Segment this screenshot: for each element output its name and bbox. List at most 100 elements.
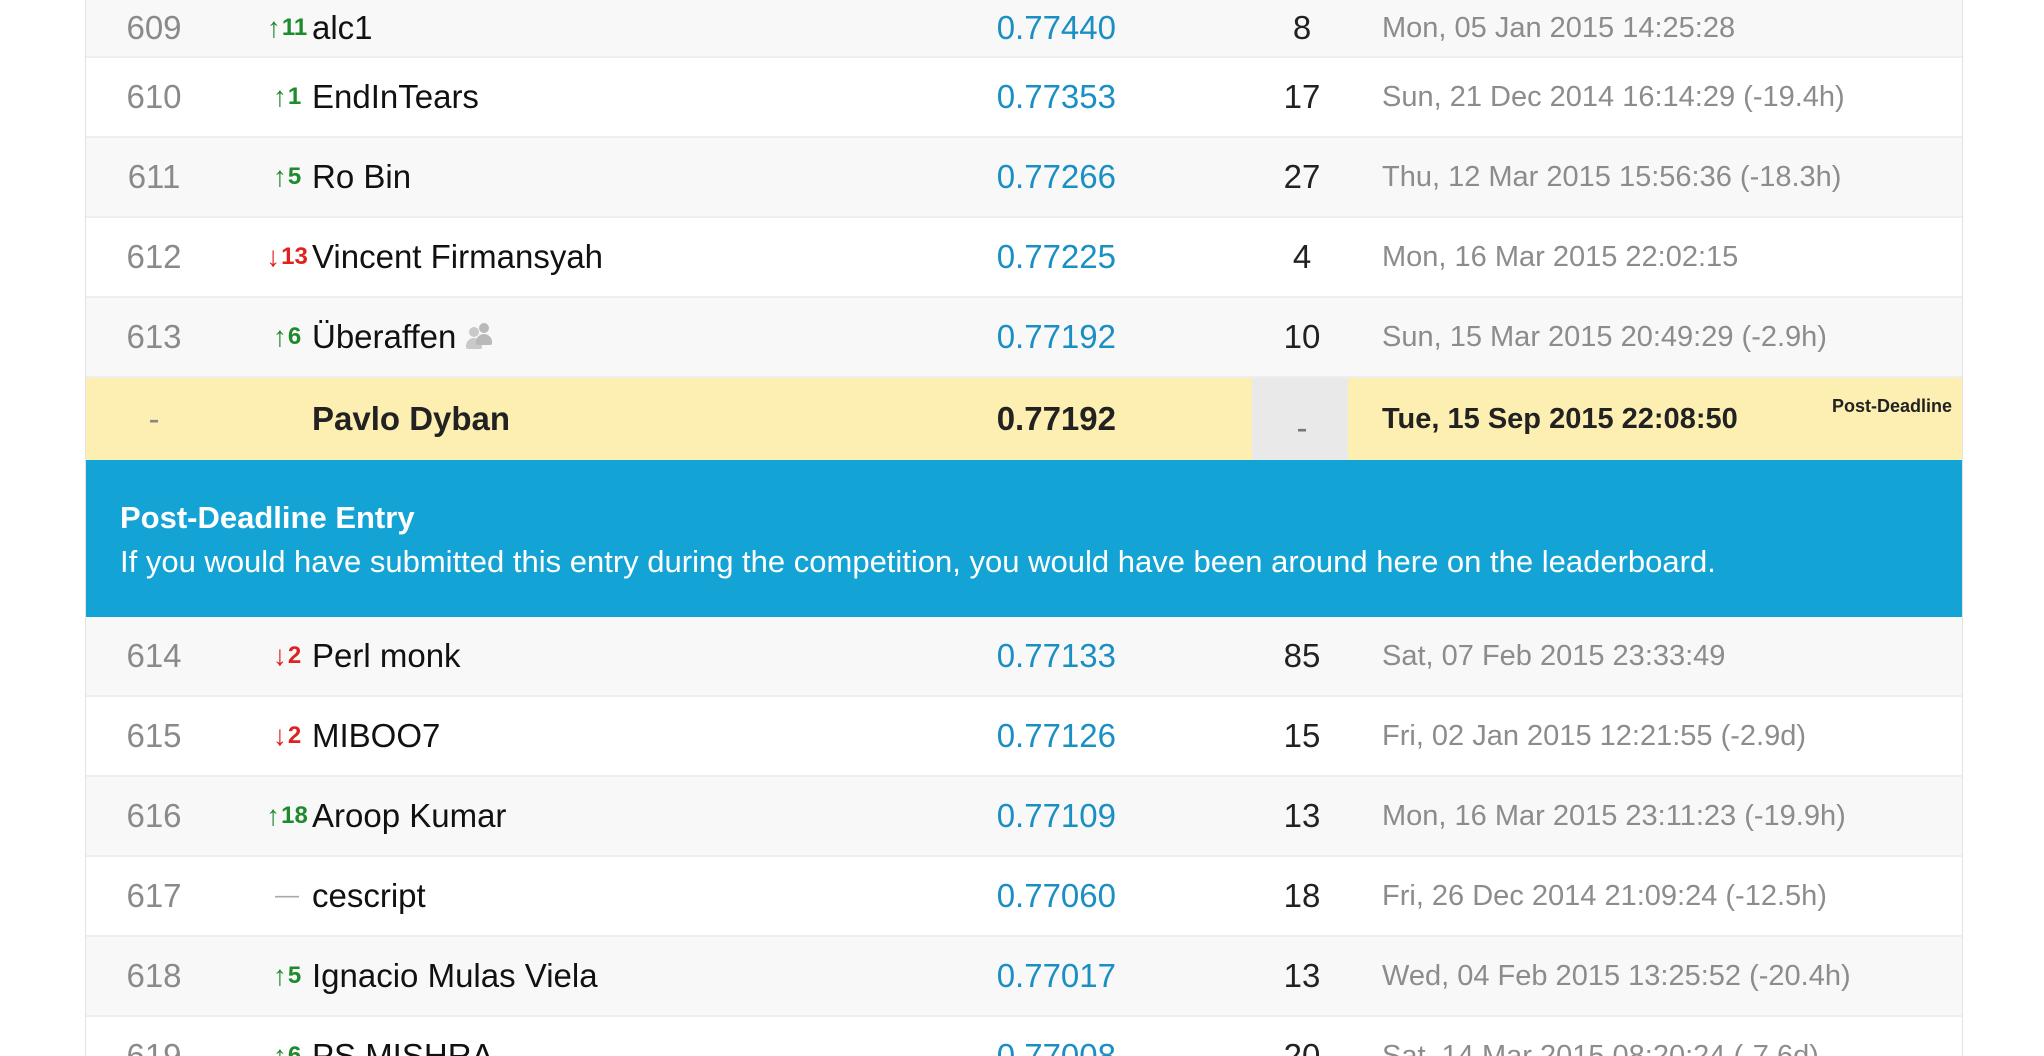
arrow-up-icon: ↑ (272, 161, 287, 192)
team-name-link[interactable]: Ignacio Mulas Viela (312, 957, 598, 995)
table-row: 610 ↑ 1 EndInTears 0.77353 17 Sun, 21 Dec 2014… (86, 58, 1962, 138)
entries-count: 85 (1283, 637, 1321, 674)
team-name-link[interactable]: MIBOO7 (312, 717, 440, 755)
table-row: 613 ↑ 6 Überaffen 0.77192 10 Sun, 15 Mar 2015 … (86, 298, 1962, 378)
rank-change-value: 5 (287, 163, 302, 190)
arrow-up-icon: ↑ (272, 1040, 287, 1056)
table-row: 618 ↑ 5 Ignacio Mulas Viela 0.77017 13 Wed, 04… (86, 937, 1962, 1017)
banner-title: Post-Deadline Entry (120, 500, 415, 535)
rank: 613 (126, 318, 182, 355)
entries-count: 18 (1283, 877, 1321, 914)
team-members-icon[interactable] (466, 323, 496, 351)
rank: 612 (126, 238, 182, 275)
entries-count: 20 (1283, 1037, 1321, 1056)
table-row: 619 ↑ 6 PS MISHRA 0.77008 20 Sat, 14 Mar 2015 … (86, 1017, 1962, 1056)
team-name-link[interactable]: cescript (312, 877, 426, 915)
rank: 611 (127, 158, 181, 195)
score: 0.77060 (996, 877, 1116, 914)
team-name-cell: Überaffen (312, 298, 932, 376)
rank: 618 (126, 957, 182, 994)
rank: 616 (126, 797, 182, 834)
team-name-link[interactable]: Ro Bin (312, 158, 411, 196)
last-submission: Wed, 04 Feb 2015 13:25:52 (-20.4h) (1382, 959, 1851, 992)
team-name-link[interactable]: alc1 (312, 9, 373, 47)
entries-count: 13 (1283, 797, 1321, 834)
score: 0.77017 (996, 957, 1116, 994)
last-submission: Fri, 26 Dec 2014 21:09:24 (-12.5h) (1382, 879, 1827, 912)
team-name-link[interactable]: Vincent Firmansyah (312, 238, 603, 276)
rank-change-value: 2 (287, 642, 302, 669)
entries-count: 13 (1283, 957, 1321, 994)
team-name-cell: Aroop Kumar (312, 777, 932, 855)
entries-count: 15 (1283, 717, 1321, 754)
entries-count: 4 (1292, 238, 1312, 275)
entries-count: 17 (1283, 78, 1321, 115)
rank: 619 (126, 1037, 182, 1056)
my-entry-entries: - (1296, 409, 1308, 446)
post-deadline-banner: Post-Deadline Entry If you would have su… (86, 460, 1962, 617)
team-name-link[interactable]: Perl monk (312, 637, 461, 675)
rank-change-value: 6 (287, 323, 302, 350)
score: 0.77126 (996, 717, 1116, 754)
score: 0.77008 (996, 1037, 1116, 1056)
arrow-up-icon: ↑ (272, 960, 287, 991)
table-row: 611 ↑ 5 Ro Bin 0.77266 27 Thu, 12 Mar 2015 15:… (86, 138, 1962, 218)
team-name-cell: alc1 (312, 0, 932, 56)
team-name-link[interactable]: PS MISHRA (312, 1037, 494, 1056)
score: 0.77440 (996, 9, 1116, 46)
score: 0.77133 (996, 637, 1116, 674)
last-submission: Sun, 15 Mar 2015 20:49:29 (-2.9h) (1382, 320, 1827, 353)
rank-change-value: 11 (281, 14, 308, 41)
table-row: 615 ↓ 2 MIBOO7 0.77126 15 Fri, 02 Jan 2015 12:… (86, 697, 1962, 777)
rank: 610 (126, 78, 182, 115)
leaderboard-rows-after: 614 ↓ 2 Perl monk 0.77133 85 Sat, 07 Feb 2015 … (86, 617, 1962, 1056)
entries-count: 27 (1283, 158, 1321, 195)
team-name-cell: Vincent Firmansyah (312, 218, 932, 296)
last-submission: Fri, 02 Jan 2015 12:21:55 (-2.9d) (1382, 719, 1806, 752)
table-row: 616 ↑ 18 Aroop Kumar 0.77109 13 Mon, 16 Mar 20… (86, 777, 1962, 857)
score: 0.77192 (996, 318, 1116, 355)
rank-change-value: 2 (287, 722, 302, 749)
team-name-link[interactable]: Überaffen (312, 318, 456, 356)
arrow-up-icon: ↑ (272, 321, 287, 352)
team-name-cell: Ignacio Mulas Viela (312, 937, 932, 1015)
last-submission: Mon, 16 Mar 2015 22:02:15 (1382, 240, 1739, 273)
score: 0.77353 (996, 78, 1116, 115)
last-submission: Sun, 21 Dec 2014 16:14:29 (-19.4h) (1382, 80, 1845, 113)
arrow-down-icon: ↓ (266, 241, 281, 272)
post-deadline-badge: Post-Deadline (1831, 396, 1952, 416)
score: 0.77266 (996, 158, 1116, 195)
entries-count: 10 (1283, 318, 1321, 355)
my-entry-name[interactable]: Pavlo Dyban (312, 378, 932, 460)
rank: 614 (126, 637, 182, 674)
team-name-cell: EndInTears (312, 58, 932, 136)
team-name-cell: Perl monk (312, 617, 932, 695)
rank: 615 (126, 717, 182, 754)
last-submission: Sat, 07 Feb 2015 23:33:49 (1382, 639, 1726, 672)
leaderboard: 609 ↑ 11 alc1 0.77440 8 Mon, 05 Jan 2015 14:25… (85, 0, 1963, 1056)
leaderboard-rows-before: 609 ↑ 11 alc1 0.77440 8 Mon, 05 Jan 2015 14:25… (86, 0, 1962, 378)
entries-count: 8 (1292, 9, 1312, 46)
last-submission: Sat, 14 Mar 2015 08:20:24 (-7.6d) (1382, 1039, 1819, 1056)
arrow-down-icon: ↓ (272, 720, 287, 751)
table-row: 612 ↓ 13 Vincent Firmansyah 0.77225 4 Mon, 16 … (86, 218, 1962, 298)
arrow-up-icon: ↑ (272, 81, 287, 112)
rank-change-value: — (275, 882, 299, 909)
team-name-link[interactable]: Aroop Kumar (312, 797, 506, 835)
score: 0.77225 (996, 238, 1116, 275)
team-name-link[interactable]: EndInTears (312, 78, 479, 116)
rank-change-value: 6 (287, 1042, 302, 1056)
rank-change-value: 1 (287, 83, 302, 110)
arrow-down-icon: ↓ (272, 640, 287, 671)
table-row: 614 ↓ 2 Perl monk 0.77133 85 Sat, 07 Feb 2015 … (86, 617, 1962, 697)
last-submission: Thu, 12 Mar 2015 15:56:36 (-18.3h) (1382, 160, 1842, 193)
last-submission: Mon, 16 Mar 2015 23:11:23 (-19.9h) (1382, 799, 1846, 832)
my-entry-last-submission: Tue, 15 Sep 2015 22:08:50 (1382, 402, 1738, 435)
team-name-cell: PS MISHRA (312, 1017, 932, 1056)
score: 0.77109 (996, 797, 1116, 834)
table-row: 617 — cescript 0.77060 18 Fri, 26 Dec 2014 21… (86, 857, 1962, 937)
rank-change-value: 13 (281, 243, 308, 270)
team-name-cell: MIBOO7 (312, 697, 932, 775)
rank: 609 (126, 9, 182, 46)
team-name-cell: cescript (312, 857, 932, 935)
